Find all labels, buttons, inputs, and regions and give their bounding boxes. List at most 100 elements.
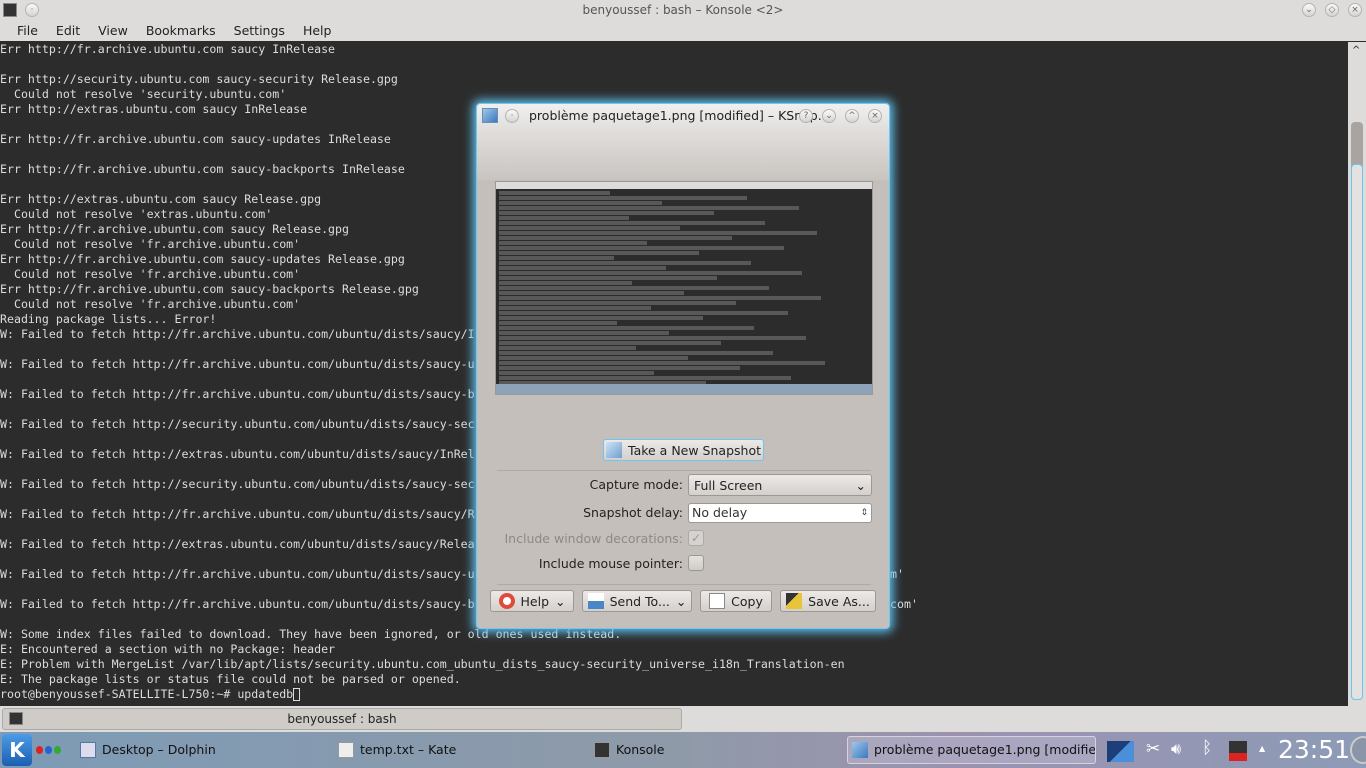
button-label: Copy [731, 593, 763, 609]
close-button[interactable]: × [1348, 3, 1362, 17]
tab-bash[interactable]: benyoussef : bash [2, 708, 682, 730]
copy-button[interactable]: Copy [700, 590, 772, 612]
help-button[interactable]: Help ⌄ [490, 590, 574, 612]
menu-settings[interactable]: Settings [225, 20, 294, 41]
preview-line [499, 266, 666, 270]
preview-line [499, 236, 733, 240]
preview-line [499, 221, 766, 225]
ksnapshot-dialog: · problème paquetage1.png [modified] – K… [476, 103, 890, 629]
preview-line [499, 271, 803, 275]
dolphin-icon [80, 742, 96, 758]
task-ksnapshot[interactable]: problème paquetage1.png [modified] – K [847, 736, 1096, 764]
button-label: Send To... [609, 593, 670, 609]
cashew-icon[interactable] [1350, 736, 1366, 764]
task-konsole[interactable]: Konsole [594, 736, 664, 764]
terminal-line: E: The package lists or status file coul… [0, 672, 461, 686]
button-label: Take a New Snapshot [628, 442, 761, 458]
take-new-snapshot-button[interactable]: Take a New Snapshot [603, 439, 764, 461]
preview-line [499, 371, 655, 375]
preview-line [499, 361, 825, 365]
preview-line [499, 306, 651, 310]
preview-line [499, 256, 614, 260]
terminal-line: root@benyoussef-SATELLITE-L750:~# update… [0, 687, 1348, 702]
delay-value: No delay [692, 505, 748, 520]
menu-bookmarks[interactable]: Bookmarks [137, 20, 225, 41]
menu-help[interactable]: Help [294, 20, 341, 41]
snapshot-delay-label: Snapshot delay: [583, 505, 683, 520]
scroll-up-icon[interactable]: ^ [1352, 45, 1360, 56]
ksnapshot-icon [606, 442, 622, 458]
help-question-button[interactable]: ? [799, 109, 813, 123]
terminal-fragment: com' [890, 597, 918, 611]
konsole-icon [594, 742, 610, 758]
minimize-button[interactable]: ⌄ [1302, 3, 1316, 17]
preview-line [499, 281, 633, 285]
close-button[interactable]: × [868, 109, 882, 123]
preview-line [499, 311, 788, 315]
volume-icon[interactable]: 🔊︎ [1171, 739, 1181, 759]
preview-line [499, 201, 662, 205]
preview-line [499, 246, 784, 250]
terminal-line: Err http://fr.archive.ubuntu.com saucy I… [0, 42, 336, 56]
window-decorations-checkbox[interactable]: ✓ [688, 530, 704, 546]
window-title: benyoussef : bash – Konsole <2> [582, 3, 784, 17]
dialog-menu-button[interactable]: · [505, 109, 519, 123]
preview-line [499, 336, 807, 340]
task-label: Konsole [616, 742, 665, 757]
task-kate[interactable]: temp.txt – Kate [338, 736, 456, 764]
klipper-scissors-icon[interactable]: ✂ [1146, 739, 1160, 759]
send-to-button[interactable]: Send To... ⌄ [582, 590, 692, 612]
terminal-line: E: Problem with MergeList /var/lib/apt/l… [0, 657, 845, 671]
snapshot-preview[interactable] [495, 181, 873, 395]
task-label: temp.txt – Kate [360, 742, 457, 757]
terminal-line: W: Some index files failed to download. … [0, 627, 622, 641]
save-as-icon [786, 593, 803, 609]
terminal-line: Could not resolve 'security.ubuntu.com' [0, 87, 287, 101]
terminal-icon [9, 712, 23, 725]
menu-view[interactable]: View [89, 20, 137, 41]
window-menu-button[interactable]: · [25, 3, 39, 17]
button-label: Help [520, 593, 550, 609]
pager-desktop[interactable] [1107, 741, 1134, 762]
activity-manager-icon[interactable] [36, 746, 61, 754]
scroll-thumb[interactable] [1351, 164, 1363, 700]
terminal-scrollbar[interactable]: ^ [1348, 42, 1366, 706]
maximize-button[interactable]: ◇ [1325, 3, 1339, 17]
menu-file[interactable]: File [8, 20, 47, 41]
menubar: File Edit View Bookmarks Settings Help [0, 20, 1366, 41]
minimize-button[interactable]: ⌄ [822, 109, 836, 123]
save-as-button[interactable]: Save As... [780, 590, 876, 612]
preview-line [499, 346, 636, 350]
menu-edit[interactable]: Edit [47, 20, 89, 41]
window-titlebar: · benyoussef : bash – Konsole <2> ⌄ ◇ × [0, 0, 1366, 20]
network-disconnected-icon[interactable] [1229, 741, 1247, 761]
preview-line [499, 376, 792, 380]
ksnapshot-icon [852, 742, 868, 758]
capture-mode-select[interactable]: Full Screen ⌄ [688, 474, 872, 496]
expand-tray-icon[interactable]: ▲ [1259, 744, 1265, 753]
maximize-button[interactable]: ^ [845, 109, 859, 123]
preview-line [499, 296, 821, 300]
preview-line [499, 216, 629, 220]
kde-menu-button[interactable]: K [2, 734, 32, 766]
task-label: problème paquetage1.png [modified] – K [874, 742, 1096, 757]
task-dolphin[interactable]: Desktop – Dolphin [80, 736, 216, 764]
bluetooth-icon[interactable]: ᛒ [1202, 738, 1212, 758]
dialog-titlebar: · problème paquetage1.png [modified] – K… [477, 104, 889, 128]
clock[interactable]: 23:51 [1278, 735, 1350, 764]
preview-line [499, 251, 699, 255]
lifebuoy-icon [498, 593, 515, 609]
preview-line [499, 301, 736, 305]
tab-bar: benyoussef : bash [0, 706, 1366, 732]
preview-line [499, 196, 747, 200]
window-decorations-label: Include window decorations: [504, 531, 684, 546]
terminal-line: Err http://security.ubuntu.com saucy-sec… [0, 72, 398, 86]
preview-line [499, 316, 703, 320]
mouse-pointer-checkbox[interactable] [688, 555, 704, 571]
preview-line [499, 211, 714, 215]
terminal-line: E: Encountered a section with no Package… [0, 642, 336, 656]
snapshot-delay-spinbox[interactable]: No delay ⇕ [688, 503, 872, 523]
spin-arrows-icon[interactable]: ⇕ [860, 504, 868, 522]
preview-line [499, 321, 618, 325]
preview-line [499, 276, 718, 280]
